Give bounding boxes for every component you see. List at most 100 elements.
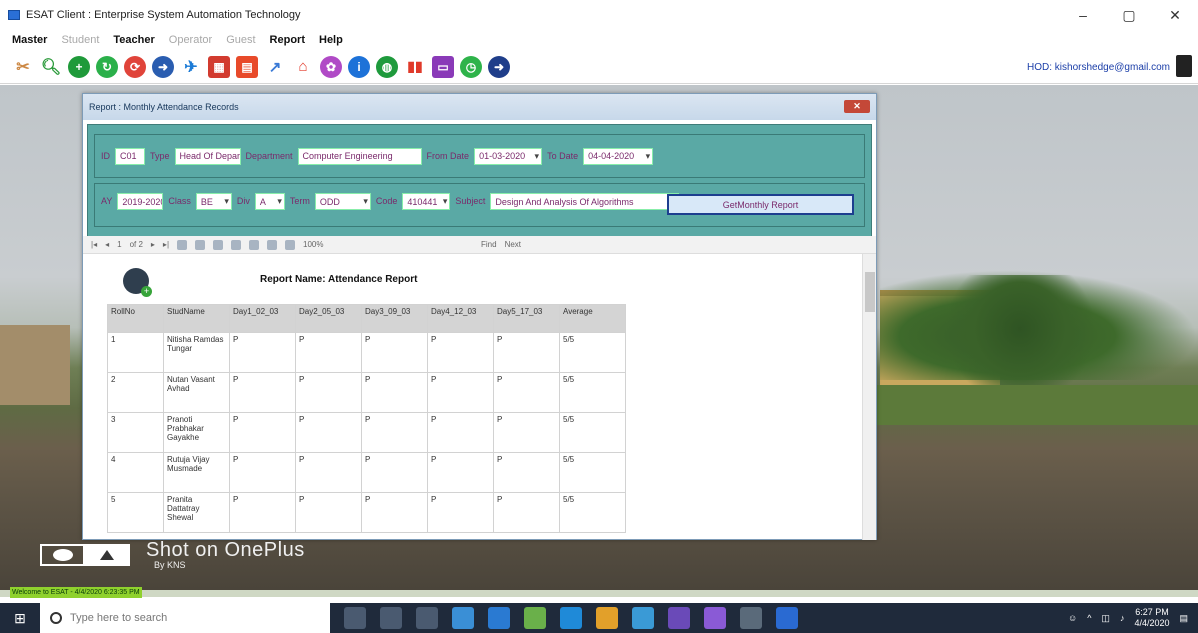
stop-icon[interactable]	[195, 239, 206, 250]
settings-icon[interactable]: ✿	[320, 55, 342, 78]
store-icon[interactable]	[452, 607, 474, 629]
plane-icon[interactable]: ✈	[180, 55, 202, 78]
edge-icon[interactable]	[560, 607, 582, 629]
find-link[interactable]: Find	[481, 240, 497, 249]
info-icon[interactable]: i	[348, 55, 370, 78]
print-layout-icon[interactable]	[249, 239, 260, 250]
filter-panel: ID C01 Type Head Of Depart Department Co…	[87, 124, 872, 247]
ay-field[interactable]: 2019-2020	[117, 193, 164, 210]
esat-app-icon[interactable]	[776, 607, 798, 629]
forward-icon[interactable]: ➜	[488, 55, 510, 78]
to-date-picker[interactable]: 04-04-2020	[583, 147, 654, 165]
globe-icon[interactable]: ◍	[376, 55, 398, 78]
get-monthly-report-button[interactable]: GetMonthly Report	[667, 194, 854, 215]
menu-master[interactable]: Master	[12, 34, 47, 46]
filter-row-top: ID C01 Type Head Of Depart Department Co…	[94, 134, 865, 178]
task-view-icon[interactable]	[380, 607, 402, 629]
attendance-cell: P	[295, 492, 362, 533]
bar-icon[interactable]: ▮▮	[404, 55, 426, 78]
windows-start-icon[interactable]: ⊞	[0, 603, 40, 633]
refresh-icon[interactable]: ↻	[96, 55, 118, 78]
report-viewer-toolbar: |◂ ◂ 1 of 2 ▸ ▸| 100% Find Next	[83, 236, 876, 254]
tools-icon[interactable]	[740, 607, 762, 629]
page-setup-icon[interactable]	[267, 239, 278, 250]
network-icon[interactable]: ◫	[1101, 613, 1110, 624]
to-date-label: To Date	[547, 151, 579, 161]
name-cell: Nutan Vasant Avhad	[163, 372, 230, 413]
home-icon[interactable]: ⌂	[292, 55, 314, 78]
code-select[interactable]: 410441	[402, 193, 451, 210]
sync-icon[interactable]: ⟳	[124, 55, 146, 78]
logout-icon[interactable]	[1176, 55, 1192, 77]
clock[interactable]: 6:27 PM 4/4/2020	[1134, 607, 1169, 629]
department-field[interactable]: Computer Engineering	[297, 147, 422, 165]
assistant-icon[interactable]	[416, 607, 438, 629]
add-icon[interactable]: +	[68, 55, 90, 78]
search-icon[interactable]: 🔍︎	[40, 55, 62, 78]
vs-code-icon[interactable]	[704, 607, 726, 629]
maximize-button[interactable]: ▢	[1106, 0, 1152, 30]
document-icon[interactable]: ▤	[236, 55, 258, 78]
term-select[interactable]: ODD	[314, 193, 371, 210]
app-icon	[8, 10, 20, 20]
menu-report[interactable]: Report	[270, 34, 305, 46]
menu-help[interactable]: Help	[319, 34, 343, 46]
close-button[interactable]: ✕	[1152, 0, 1198, 30]
watermark-text: Shot on OnePlus By KNS	[146, 540, 305, 570]
class-select[interactable]: BE	[195, 193, 232, 210]
scrollbar-thumb[interactable]	[865, 272, 875, 312]
calendar-icon[interactable]: ▦	[208, 55, 230, 78]
div-select[interactable]: A	[254, 193, 285, 210]
name-cell: Rutuja Vijay Musmade	[163, 452, 230, 493]
clock-time: 6:27 PM	[1135, 607, 1169, 617]
scissors-icon[interactable]: ✂	[12, 55, 34, 78]
mic-icon[interactable]	[344, 607, 366, 629]
mail-icon[interactable]	[632, 607, 654, 629]
menu-teacher[interactable]: Teacher	[113, 34, 154, 46]
subject-field[interactable]: Design And Analysis Of Algorithms	[490, 193, 680, 210]
attendance-cell: P	[493, 332, 560, 373]
print-icon[interactable]	[231, 239, 242, 250]
people-icon[interactable]: ☺	[1068, 613, 1077, 623]
attendance-cell: P	[295, 372, 362, 413]
first-page-icon[interactable]: |◂	[91, 240, 97, 249]
visual-studio-icon[interactable]	[668, 607, 690, 629]
page-count: of 2	[129, 240, 143, 249]
current-page-field[interactable]: 1	[117, 240, 121, 249]
next-link[interactable]: Next	[505, 240, 521, 249]
taskbar-search[interactable]: Type here to search	[40, 603, 330, 633]
id-field[interactable]: C01	[115, 147, 145, 165]
app-icon-green[interactable]	[524, 607, 546, 629]
volume-icon[interactable]: ♪	[1120, 613, 1125, 623]
chrome-icon[interactable]	[596, 607, 618, 629]
notification-icon[interactable]: ▤	[1179, 613, 1188, 624]
user-avatar-icon: +	[123, 268, 152, 297]
from-date-picker[interactable]: 01-03-2020	[474, 147, 543, 165]
menu-guest[interactable]: Guest	[226, 34, 255, 46]
add-badge-icon: +	[141, 286, 152, 297]
monitor-icon[interactable]: ▭	[432, 55, 454, 78]
refresh-report-icon[interactable]	[213, 239, 224, 250]
ay-label: AY	[101, 196, 113, 206]
table-row: 4 Rutuja Vijay Musmade P P P P P 5/5	[107, 452, 626, 493]
menu-operator[interactable]: Operator	[169, 34, 212, 46]
menu-student[interactable]: Student	[61, 34, 99, 46]
zoom-select[interactable]: 100%	[303, 240, 413, 249]
last-page-icon[interactable]: ▸|	[163, 240, 169, 249]
back-icon[interactable]	[177, 239, 188, 250]
search-app-icon[interactable]	[488, 607, 510, 629]
timer-icon[interactable]: ◷	[460, 55, 482, 78]
export-icon[interactable]	[285, 239, 296, 250]
minimize-button[interactable]: –	[1060, 0, 1106, 30]
arrow-icon[interactable]: ➜	[152, 55, 174, 78]
type-field[interactable]: Head Of Depart	[174, 147, 241, 165]
column-header: Day5_17_03	[493, 304, 560, 333]
report-close-button[interactable]: ✕	[844, 100, 870, 113]
next-page-icon[interactable]: ▸	[151, 240, 155, 249]
prev-page-icon[interactable]: ◂	[105, 240, 109, 249]
search-placeholder: Type here to search	[70, 612, 168, 624]
report-scrollbar[interactable]	[862, 254, 876, 540]
chart-icon[interactable]: ↗	[264, 55, 286, 78]
report-window-title: Report : Monthly Attendance Records	[89, 102, 239, 112]
tray-expand-icon[interactable]: ^	[1087, 613, 1091, 623]
